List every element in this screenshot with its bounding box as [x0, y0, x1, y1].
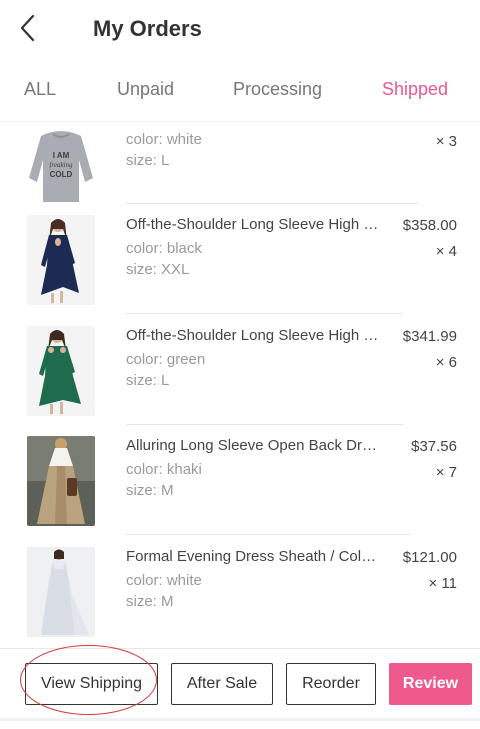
list-item[interactable]: Off-the-Shoulder Long Sleeve High Low Dr…: [0, 213, 480, 324]
item-name[interactable]: Formal Evening Dress Sheath / Column: [126, 548, 384, 565]
item-quantity: × 11: [428, 575, 458, 592]
divider: [126, 424, 403, 425]
item-size: size: L: [126, 152, 170, 169]
product-thumbnail[interactable]: [27, 215, 95, 305]
product-thumbnail[interactable]: [27, 547, 95, 637]
tab-unpaid[interactable]: Unpaid: [117, 79, 174, 100]
reorder-button[interactable]: Reorder: [286, 663, 376, 705]
item-price: $341.99: [402, 328, 457, 345]
item-price: $37.56: [411, 438, 457, 455]
print-line-1: I AM: [53, 151, 70, 160]
item-name[interactable]: Off-the-Shoulder Long Sleeve High Low Dr…: [126, 216, 384, 233]
item-size: size: L: [126, 372, 170, 389]
item-quantity: × 3: [435, 133, 457, 150]
product-thumbnail[interactable]: I AM freaking COLD: [27, 122, 95, 212]
divider: [126, 203, 418, 204]
header: My Orders: [0, 0, 480, 58]
divider: [126, 313, 403, 314]
tab-all[interactable]: ALL: [24, 79, 56, 100]
order-items-list[interactable]: I AM freaking COLD color: white size: L …: [0, 122, 480, 649]
tab-processing[interactable]: Processing: [233, 79, 322, 100]
print-line-3: COLD: [50, 170, 73, 179]
tab-shipped[interactable]: Shipped: [382, 79, 448, 100]
divider: [0, 718, 480, 721]
divider: [126, 534, 410, 535]
list-item[interactable]: Off-the-Shoulder Long Sleeve High Low Dr…: [0, 324, 480, 435]
after-sale-button[interactable]: After Sale: [171, 663, 273, 705]
chevron-left-icon: [20, 14, 35, 42]
item-size: size: M: [126, 482, 174, 499]
item-size: size: M: [126, 593, 174, 610]
order-status-tabs: ALL Unpaid Processing Shipped: [0, 58, 480, 122]
item-color: color: white: [126, 131, 202, 148]
product-thumbnail[interactable]: [27, 326, 95, 416]
item-color: color: white: [126, 572, 202, 589]
item-price: $121.00: [402, 549, 457, 566]
item-color: color: black: [126, 240, 202, 257]
item-size: size: XXL: [126, 261, 190, 278]
item-quantity: × 6: [435, 354, 457, 371]
item-color: color: green: [126, 351, 206, 368]
item-name[interactable]: Alluring Long Sleeve Open Back Dress: [126, 437, 384, 454]
page-title: My Orders: [93, 16, 202, 41]
list-item[interactable]: Formal Evening Dress Sheath / Column col…: [0, 545, 480, 649]
item-price: $358.00: [402, 217, 457, 234]
back-button[interactable]: [14, 12, 44, 44]
view-shipping-button[interactable]: View Shipping: [25, 663, 158, 705]
item-name[interactable]: Off-the-Shoulder Long Sleeve High Low Dr…: [126, 327, 384, 344]
item-quantity: × 4: [435, 243, 457, 260]
list-item[interactable]: Alluring Long Sleeve Open Back Dress col…: [0, 434, 480, 545]
order-actions: View Shipping After Sale Reorder Review: [0, 648, 480, 718]
review-button[interactable]: Review: [389, 663, 472, 705]
product-thumbnail[interactable]: [27, 436, 95, 526]
item-color: color: khaki: [126, 461, 202, 478]
print-line-2: freaking: [49, 161, 73, 169]
list-item[interactable]: I AM freaking COLD color: white size: L …: [0, 122, 480, 213]
item-quantity: × 7: [435, 464, 457, 481]
